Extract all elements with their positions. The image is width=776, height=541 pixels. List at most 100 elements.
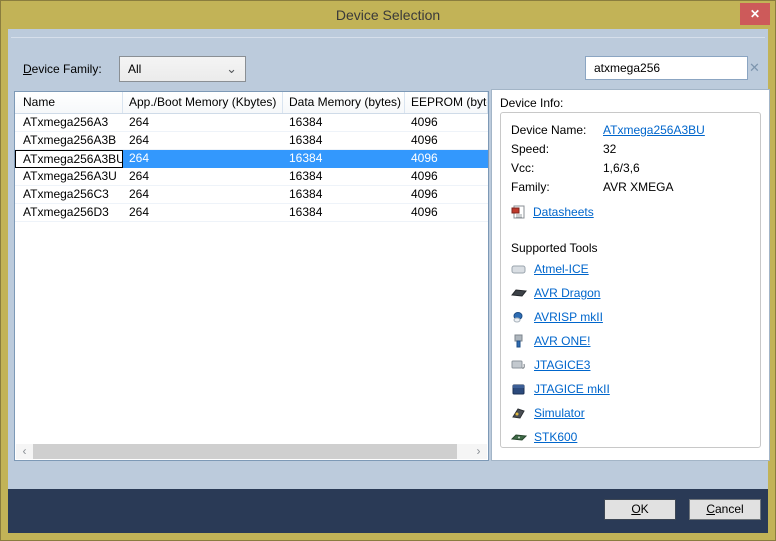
tool-item: JTAGICE3: [511, 353, 752, 377]
supported-tools-list: Atmel-ICE AVR Dragon AVRISP mkII AVR ONE…: [511, 257, 752, 448]
scroll-right-icon[interactable]: ›: [470, 444, 487, 459]
footer-bar: OK Cancel: [8, 489, 768, 533]
table-row[interactable]: ATxmega256A3U 264 16384 4096: [15, 168, 488, 186]
device-family-selected-value: All: [128, 62, 226, 76]
tool-link[interactable]: Atmel-ICE: [534, 262, 589, 276]
jtagice3-icon: [511, 358, 527, 372]
device-selection-dialog: Device Selection ✕ Device Family: All ⌄ …: [0, 0, 776, 541]
cell-name: ATxmega256A3U: [15, 168, 123, 185]
cell-data-memory: 16384: [283, 132, 405, 149]
family-row: Family: AVR XMEGA: [511, 178, 752, 197]
cell-eeprom: 4096: [405, 150, 488, 168]
table-row[interactable]: ATxmega256D3 264 16384 4096: [15, 204, 488, 222]
cell-app-memory: 264: [123, 114, 283, 131]
cell-app-memory: 264: [123, 204, 283, 221]
titlebar[interactable]: Device Selection ✕: [1, 1, 775, 29]
table-row[interactable]: ATxmega256C3 264 16384 4096: [15, 186, 488, 204]
tool-link[interactable]: JTAGICE3: [534, 358, 590, 372]
table-row[interactable]: ATxmega256A3 264 16384 4096: [15, 114, 488, 132]
tool-item: AVR Dragon: [511, 281, 752, 305]
cell-data-memory: 16384: [283, 168, 405, 185]
cell-eeprom: 4096: [405, 168, 488, 185]
chevron-down-icon: ⌄: [226, 64, 237, 74]
tool-link[interactable]: AVRISP mkII: [534, 310, 603, 324]
cell-name: ATxmega256A3: [15, 114, 123, 131]
cancel-button[interactable]: Cancel: [689, 499, 761, 520]
dialog-title: Device Selection: [1, 1, 775, 29]
speed-row: Speed: 32: [511, 140, 752, 159]
table-row[interactable]: ATxmega256A3B 264 16384 4096: [15, 132, 488, 150]
cell-data-memory: 16384: [283, 114, 405, 131]
cell-name: ATxmega256D3: [15, 204, 123, 221]
ok-button[interactable]: OK: [604, 499, 676, 520]
tool-item: STK600: [511, 425, 752, 448]
tool-item: JTAGICE mkII: [511, 377, 752, 401]
column-header-data-memory[interactable]: Data Memory (bytes): [283, 92, 405, 113]
cell-app-memory: 264: [123, 168, 283, 185]
device-info-panel: Device Info: Device Name: ATxmega256A3BU…: [491, 89, 770, 461]
cell-name: ATxmega256C3: [15, 186, 123, 203]
tool-item: Simulator: [511, 401, 752, 425]
datasheets-row: Datasheets: [511, 205, 752, 219]
column-header-eeprom[interactable]: EEPROM (bytes): [405, 92, 488, 113]
panel-top-highlight: [11, 37, 765, 38]
simulator-icon: [511, 406, 527, 420]
scroll-left-icon[interactable]: ‹: [16, 444, 33, 459]
tool-item: AVR ONE!: [511, 329, 752, 353]
datasheets-link[interactable]: Datasheets: [533, 205, 594, 219]
tool-item: AVRISP mkII: [511, 305, 752, 329]
cell-name-focused[interactable]: ATxmega256A3BU: [15, 150, 123, 168]
clear-search-icon[interactable]: ✕: [749, 60, 760, 76]
device-info-title: Device Info:: [500, 96, 769, 110]
device-table: Name App./Boot Memory (Kbytes) Data Memo…: [14, 91, 489, 461]
vcc-row: Vcc: 1,6/3,6: [511, 159, 752, 178]
search-input[interactable]: [586, 58, 749, 78]
speed-value: 32: [603, 140, 616, 159]
cell-eeprom: 4096: [405, 186, 488, 203]
tool-link[interactable]: STK600: [534, 430, 577, 444]
pdf-document-icon: [511, 205, 527, 219]
family-value: AVR XMEGA: [603, 178, 673, 197]
device-name-row: Device Name: ATxmega256A3BU: [511, 121, 752, 140]
speed-label: Speed:: [511, 140, 603, 159]
column-header-name[interactable]: Name: [15, 92, 123, 113]
cell-eeprom: 4096: [405, 132, 488, 149]
cell-eeprom: 4096: [405, 204, 488, 221]
stk600-icon: [511, 430, 527, 444]
tool-link[interactable]: Simulator: [534, 406, 585, 420]
cell-app-memory: 264: [123, 132, 283, 149]
cell-app-memory: 264: [123, 186, 283, 203]
column-header-app-memory[interactable]: App./Boot Memory (Kbytes): [123, 92, 283, 113]
avrisp-mkii-icon: [511, 310, 527, 324]
scrollbar-track[interactable]: [33, 444, 470, 459]
cell-eeprom: 4096: [405, 114, 488, 131]
device-family-dropdown[interactable]: All ⌄: [119, 56, 246, 82]
atmel-ice-icon: [511, 262, 527, 276]
vcc-value: 1,6/3,6: [603, 159, 640, 178]
tool-link[interactable]: AVR Dragon: [534, 286, 600, 300]
avr-one-icon: [511, 334, 527, 348]
device-info-groupbox: Device Name: ATxmega256A3BU Speed: 32 Vc…: [500, 112, 761, 448]
vcc-label: Vcc:: [511, 159, 603, 178]
cell-name: ATxmega256A3B: [15, 132, 123, 149]
tool-link[interactable]: AVR ONE!: [534, 334, 590, 348]
tool-item: Atmel-ICE: [511, 257, 752, 281]
jtagice-mkii-icon: [511, 382, 527, 396]
scrollbar-thumb[interactable]: [33, 444, 457, 459]
supported-tools-title: Supported Tools: [511, 241, 752, 255]
device-name-label: Device Name:: [511, 121, 603, 140]
cell-app-memory: 264: [123, 150, 283, 168]
tool-link[interactable]: JTAGICE mkII: [534, 382, 610, 396]
table-header-row: Name App./Boot Memory (Kbytes) Data Memo…: [15, 92, 488, 114]
cell-data-memory: 16384: [283, 204, 405, 221]
close-button[interactable]: ✕: [740, 3, 770, 25]
device-name-link[interactable]: ATxmega256A3BU: [603, 121, 705, 140]
device-search-box: ✕: [585, 56, 748, 80]
close-icon: ✕: [750, 7, 760, 21]
dialog-content: Device Family: All ⌄ ✕ Name App./Boot Me…: [8, 29, 768, 491]
table-row-selected[interactable]: ATxmega256A3BU 264 16384 4096: [15, 150, 488, 168]
device-family-label: Device Family:: [23, 61, 102, 77]
horizontal-scrollbar[interactable]: ‹ ›: [16, 444, 487, 459]
avr-dragon-icon: [511, 286, 527, 300]
family-label: Family:: [511, 178, 603, 197]
